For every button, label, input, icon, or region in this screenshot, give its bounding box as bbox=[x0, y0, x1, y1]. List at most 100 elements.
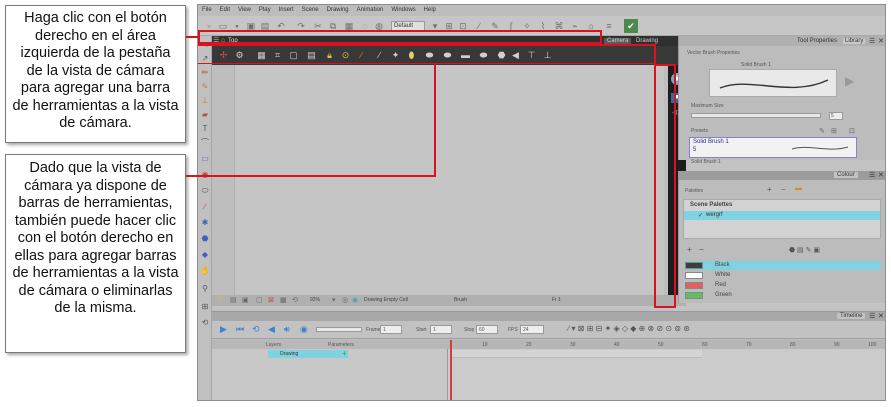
preset-item-selected[interactable]: Solid Brush 1 5 bbox=[689, 137, 857, 158]
tab-library[interactable]: Library bbox=[843, 38, 866, 44]
layer-row-drawing[interactable]: Drawing + bbox=[268, 349, 348, 358]
add-colour-icon[interactable]: + bbox=[687, 245, 692, 254]
timeline-menu-icon[interactable]: ☰ bbox=[869, 312, 875, 320]
max-size-slider[interactable] bbox=[691, 113, 821, 118]
swatch-row-black[interactable]: Black bbox=[685, 261, 881, 270]
preset-item-2[interactable]: Solid Brush 1 bbox=[691, 159, 721, 165]
brush-stroke-preview bbox=[719, 79, 829, 89]
dropper-icon[interactable]: ∕ bbox=[200, 202, 210, 212]
menu-edit[interactable]: Edit bbox=[216, 5, 234, 13]
layer-add-icon[interactable]: + bbox=[342, 349, 347, 358]
lock-view-icon[interactable]: ⊠ bbox=[268, 296, 274, 304]
connector-line-1 bbox=[186, 36, 199, 38]
menu-windows[interactable]: Windows bbox=[387, 5, 419, 13]
remove-colour-icon[interactable]: − bbox=[699, 245, 704, 254]
remove-palette-icon[interactable]: − bbox=[781, 185, 786, 194]
timeline-layers: Layers Parameters Drawing + bbox=[212, 340, 448, 400]
swatch-label-red: Red bbox=[715, 282, 727, 288]
colour-tools-icon[interactable]: ⬣ ▤ ✎ ▣ bbox=[789, 246, 820, 254]
colour-menu-icon[interactable]: ☰ bbox=[869, 171, 875, 179]
brush-next-arrow-icon[interactable]: ▶ bbox=[845, 74, 854, 88]
zoom-level[interactable]: 92% bbox=[310, 297, 320, 303]
max-size-input[interactable]: 5 bbox=[829, 112, 843, 120]
swatch-row-red[interactable]: Red bbox=[685, 281, 881, 290]
status-dot-icon: ◉ bbox=[352, 297, 359, 304]
menu-file[interactable]: File bbox=[198, 5, 216, 13]
camera-icon[interactable]: ▣ bbox=[242, 296, 249, 304]
presets-label: Presets bbox=[691, 128, 708, 134]
ellipse-tool-icon[interactable]: ⬭ bbox=[200, 186, 210, 196]
transform-tool-icon[interactable]: ⊞ bbox=[200, 302, 210, 312]
rotate-view-icon[interactable]: ⟲ bbox=[292, 296, 298, 304]
loop-icon[interactable]: ⟲ bbox=[252, 324, 260, 335]
zoom-dropdown-icon[interactable]: ▾ bbox=[332, 296, 336, 304]
highlight-tab-area bbox=[198, 30, 602, 44]
swatch-row-white[interactable]: White bbox=[685, 271, 881, 280]
tab-colour[interactable]: Colour bbox=[834, 172, 858, 178]
shape-tool-icon[interactable]: ⌒ bbox=[200, 138, 210, 148]
menu-animation[interactable]: Animation bbox=[353, 5, 388, 13]
panel-menu-icon[interactable]: ☰ bbox=[869, 37, 875, 45]
swatch-row-green[interactable]: Green bbox=[685, 291, 881, 300]
screenshot-root: Haga clic con el botón derecho en el áre… bbox=[0, 0, 891, 407]
frame-icon[interactable]: ▢ bbox=[256, 296, 263, 304]
menu-view[interactable]: View bbox=[234, 5, 255, 13]
cutter-icon[interactable]: ✱ bbox=[200, 218, 210, 228]
grid-toggle-icon[interactable]: ▦ bbox=[280, 296, 287, 304]
rectangle-tool-icon[interactable]: ▭ bbox=[200, 154, 210, 164]
tool-properties-tabs: Tool Properties Library ☰ ✕ bbox=[679, 36, 885, 46]
tool-properties-panel: Tool Properties Library ☰ ✕ Vector Brush… bbox=[678, 36, 885, 165]
camera-canvas[interactable] bbox=[234, 65, 664, 295]
palette-folder-icon[interactable]: ▬ bbox=[795, 185, 802, 192]
eraser-icon[interactable]: ▰ bbox=[200, 110, 210, 120]
drawing-frames-row[interactable] bbox=[452, 350, 702, 358]
frame-mark-100: 100 bbox=[868, 342, 877, 348]
frame-mark-30: 30 bbox=[570, 342, 576, 348]
preset-import-icon[interactable]: ⊞ bbox=[831, 127, 837, 135]
brush-tool-icon[interactable]: ✏ bbox=[200, 68, 210, 78]
sound-toggle-icon[interactable]: 🔊︎ bbox=[284, 324, 290, 335]
speed-slider[interactable] bbox=[316, 327, 362, 332]
rotate-tool-icon[interactable]: ⟲ bbox=[200, 318, 210, 328]
prev-frame-icon[interactable]: ◀ bbox=[268, 324, 275, 335]
status-frame: Fr 1 bbox=[552, 297, 561, 303]
drawing-pivot-icon[interactable]: ⬣ bbox=[200, 234, 210, 244]
preset-add-icon[interactable]: ✎ bbox=[819, 127, 825, 135]
layers-header-label: Layers bbox=[266, 342, 282, 348]
menu-scene[interactable]: Scene bbox=[298, 5, 323, 13]
menu-drawing[interactable]: Drawing bbox=[323, 5, 353, 13]
play-icon[interactable]: ▶ bbox=[220, 324, 227, 335]
hand-tool-icon[interactable]: ✋ bbox=[200, 266, 210, 276]
colour-close-icon[interactable]: ✕ bbox=[878, 171, 884, 179]
menu-help[interactable]: Help bbox=[420, 5, 440, 13]
preset-export-icon[interactable]: ⊡ bbox=[849, 127, 855, 135]
palette-item-selected[interactable]: ✓ wergrf bbox=[684, 211, 880, 220]
frame-input[interactable]: 1 bbox=[380, 325, 402, 334]
pencil-icon[interactable]: ✎ bbox=[200, 82, 210, 92]
record-icon[interactable]: ◉ bbox=[300, 324, 308, 335]
first-frame-icon[interactable]: ⏮︎ bbox=[236, 324, 244, 335]
timeline-close-icon[interactable]: ✕ bbox=[878, 312, 884, 320]
tab-timeline[interactable]: Timeline bbox=[837, 313, 866, 319]
frame-ruler[interactable]: 10 20 30 40 50 60 70 80 90 100 bbox=[448, 340, 885, 349]
add-palette-icon[interactable]: + bbox=[767, 185, 772, 194]
display-icon[interactable]: ◎ bbox=[342, 296, 348, 304]
stamp-icon[interactable]: ⊥ bbox=[200, 96, 210, 106]
sort-icon[interactable]: ≡ bbox=[604, 21, 614, 31]
close-icon[interactable]: ✕ bbox=[878, 37, 884, 45]
menu-play[interactable]: Play bbox=[255, 5, 275, 13]
stop-input[interactable]: 60 bbox=[476, 325, 498, 334]
toggle-icon[interactable]: ▤ bbox=[230, 296, 237, 304]
menu-insert[interactable]: Insert bbox=[275, 5, 298, 13]
timeline-tools-icon[interactable]: ∕ ▾ ⊠ ⊞ ⊟ ✦ ◈ ◇ ◆ ⊕ ⊗ ⊘ ⊙ ⊚ ⊛ bbox=[568, 324, 690, 333]
zoom-tool-icon[interactable]: ⚲ bbox=[200, 284, 210, 294]
tab-tool-properties[interactable]: Tool Properties bbox=[797, 38, 837, 44]
text-tool-icon[interactable]: T bbox=[200, 124, 210, 134]
fps-input[interactable]: 24 bbox=[520, 325, 544, 334]
start-input[interactable]: 1 bbox=[430, 325, 452, 334]
tools-toolbar: ↖ ↗ ✏ ✎ ⊥ ▰ T ⌒ ▭ ◉ ⬭ ∕ ✱ ⬣ ◆ ✋ ⚲ ⊞ ⟲ bbox=[198, 36, 212, 400]
connector-line-2 bbox=[186, 175, 436, 177]
light-icon[interactable]: 💡︎ bbox=[218, 296, 223, 304]
frame-mark-90: 90 bbox=[834, 342, 840, 348]
perspective-icon[interactable]: ◆ bbox=[200, 250, 210, 260]
